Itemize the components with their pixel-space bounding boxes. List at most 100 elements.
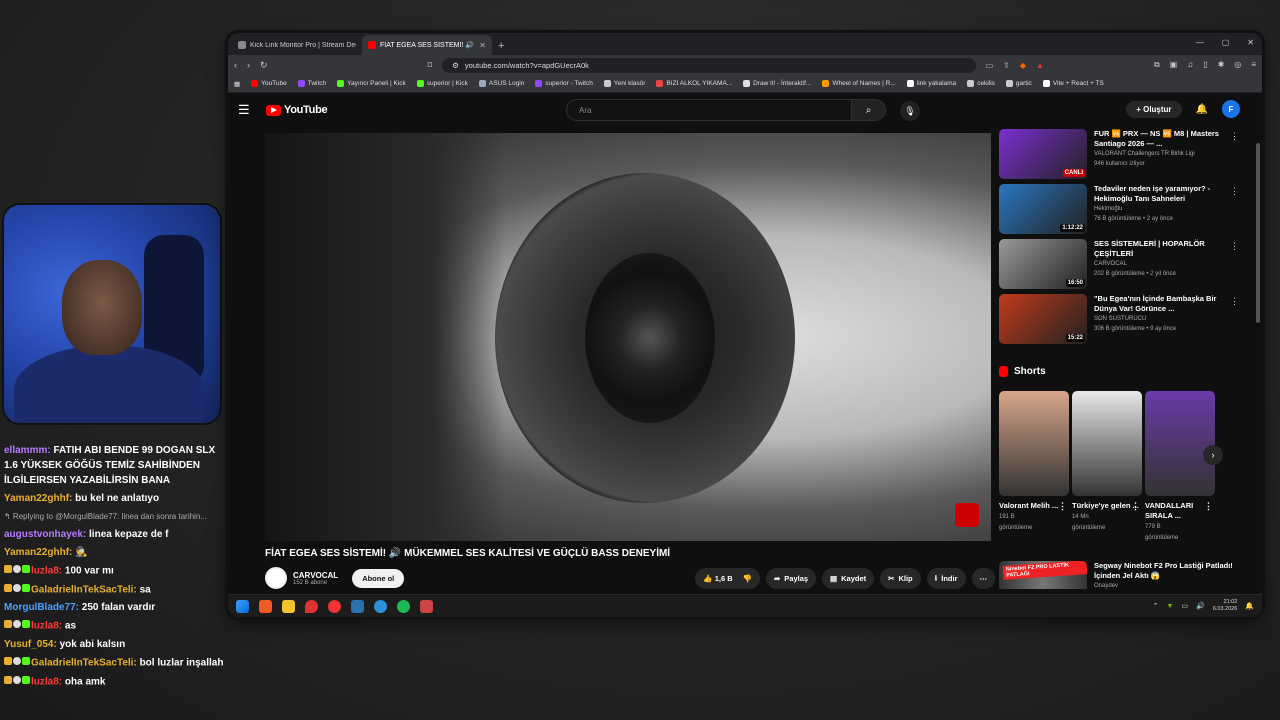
short-title[interactable]: Valorant Melih ... [999, 501, 1058, 510]
reload-icon[interactable]: ↻ [260, 60, 268, 71]
url-field[interactable]: ⚙ youtube.com/watch?v=apdGUecrA0k [442, 57, 976, 73]
video-player[interactable] [265, 133, 991, 541]
clip-button[interactable]: ✂ Klip [880, 567, 921, 589]
bookmark-icon[interactable]: ⌑ [428, 60, 433, 71]
tray-expand-icon[interactable]: ⌃ [1153, 602, 1159, 610]
short-item[interactable]: VANDALLARI SIRALA ... ⋮ 779 B görüntüleme [1145, 391, 1215, 543]
music-icon[interactable]: ♫ [1187, 60, 1193, 70]
volume-icon[interactable]: 🔊 [1196, 602, 1205, 610]
close-window-button[interactable]: ✕ [1247, 38, 1254, 47]
bookmark-item[interactable]: Wheel of Names | R... [822, 80, 896, 87]
extension-icon[interactable]: ⧉ [1154, 60, 1160, 70]
wallet-icon[interactable]: ▣ [1170, 60, 1178, 70]
edge-icon[interactable] [374, 599, 387, 613]
more-options-icon[interactable]: ⋮ [1230, 186, 1239, 197]
minimize-button[interactable]: — [1196, 38, 1204, 47]
bookmark-item[interactable]: YouTube [251, 80, 287, 87]
nvidia-icon[interactable]: ▼ [1167, 603, 1174, 610]
bookmark-item[interactable]: Vite + React + TS [1042, 80, 1104, 87]
bookmark-item[interactable]: ASUS Login [478, 80, 524, 87]
dislike-button[interactable]: 👎 [743, 574, 752, 583]
apps-grid-icon[interactable]: ▦ [234, 80, 240, 88]
back-icon[interactable]: ‹ [234, 60, 237, 70]
download-button[interactable]: ⭳ İndir [926, 567, 966, 589]
recommended-channel-name[interactable]: Hekimoğlu [1094, 205, 1234, 214]
file-explorer-icon[interactable] [282, 599, 295, 613]
maps-pin-icon[interactable] [305, 599, 318, 613]
bookmark-item[interactable]: link yakalama [906, 80, 956, 87]
video-thumbnail[interactable]: 1:12:22 [999, 184, 1087, 234]
user-avatar[interactable]: F [1222, 100, 1240, 118]
brave-browser-icon[interactable] [259, 599, 272, 613]
chat-username[interactable]: ellammm: [4, 445, 51, 456]
recommended-video[interactable]: CANLI FUR 🆚 PRX — NS 🆚 M8 | Masters Santi… [999, 129, 1249, 184]
recommended-channel-name[interactable]: CARVOCAL [1094, 260, 1234, 269]
site-info-icon[interactable]: ⚙ [452, 61, 459, 70]
menu-icon[interactable]: ≡ [1251, 60, 1256, 70]
chat-username[interactable]: GaladrielInTekSacTeli: [31, 658, 137, 669]
recommended-channel-name[interactable]: VALORANT Challengers TR Birlik Ligi [1094, 150, 1234, 159]
sidebar-icon[interactable]: ▯ [1203, 60, 1207, 70]
chat-username[interactable]: Yaman22ghhf: [4, 493, 72, 504]
bookmark-item[interactable]: BIZI ALKOL YIKAMA... [656, 80, 732, 87]
forward-icon[interactable]: › [247, 60, 250, 70]
recommended-video[interactable]: 1:12:22 Tedaviler neden işe yaramıyor? - … [999, 184, 1249, 239]
tab-youtube-video[interactable]: FİAT EGEA SES SİSTEMİ! 🔊 M ✕ [362, 35, 492, 55]
like-button[interactable]: 👍 1,6 B [703, 574, 732, 583]
more-options-icon[interactable]: ⋮ [1204, 501, 1213, 511]
chat-username[interactable]: MorgulBlade77: [4, 602, 79, 613]
chat-username[interactable]: luzla8: [31, 621, 62, 632]
video-thumbnail[interactable]: CANLI [999, 129, 1087, 179]
bookmark-item[interactable]: superior | Kick [416, 80, 468, 87]
sponsored-video[interactable]: Ninebot F2 PRO LASTİK PATLAĞI Segway Nin… [999, 561, 1234, 591]
youtube-logo[interactable]: YouTube [266, 104, 328, 116]
chat-username[interactable]: luzla8: [31, 676, 62, 687]
short-item[interactable]: Valorant Melih ... ⋮ 191 B görüntüleme [999, 391, 1069, 543]
shorts-next-button[interactable]: › [1203, 445, 1223, 465]
short-thumbnail[interactable] [1072, 391, 1142, 496]
brave-shield-icon[interactable]: ◆ [1020, 61, 1026, 70]
new-tab-button[interactable]: + [498, 40, 504, 52]
rewards-icon[interactable]: ▲ [1036, 61, 1044, 70]
share-icon[interactable]: ⇪ [1003, 61, 1010, 70]
channel-name[interactable]: CARVOCAL [293, 571, 338, 580]
puzzle-icon[interactable]: ✱ [1218, 60, 1225, 70]
close-tab-icon[interactable]: ✕ [479, 41, 486, 50]
more-options-icon[interactable]: ⋮ [1230, 241, 1239, 252]
bookmark-item[interactable]: Yayıncı Paneli | Kick [337, 80, 406, 87]
page-scrollbar[interactable] [1256, 143, 1260, 323]
chat-username[interactable]: augustvonhayek: [4, 529, 86, 540]
recommended-channel-name[interactable]: SON SUSTURUCU [1094, 315, 1234, 324]
app-calendar-icon[interactable] [420, 599, 433, 613]
chat-username[interactable]: luzla8: [31, 566, 62, 577]
app-red-icon[interactable] [328, 599, 341, 613]
short-title[interactable]: VANDALLARI SIRALA ... [1145, 501, 1193, 520]
recommended-video-title[interactable]: "Bu Egea'nın İçinde Bambaşka Bir Dünya V… [1094, 294, 1234, 314]
more-options-icon[interactable]: ⋮ [1131, 501, 1140, 511]
subscribe-button[interactable]: Abone ol [352, 568, 405, 588]
vpn-icon[interactable]: ◎ [1234, 60, 1241, 70]
channel-avatar[interactable] [265, 567, 287, 589]
search-button[interactable]: ⌕ [852, 99, 886, 121]
bookmark-item[interactable]: cekilis [967, 80, 995, 87]
steam-icon[interactable] [351, 599, 364, 613]
bookmark-item[interactable]: Draw it! - İnteraktif... [743, 80, 811, 87]
maximize-button[interactable]: ▢ [1222, 38, 1230, 47]
notification-icon[interactable]: 🔔 [1245, 602, 1254, 610]
chat-username[interactable]: GaladrielInTekSacTeli: [31, 584, 137, 595]
recommended-video[interactable]: 16:50 SES SİSTEMLERİ | HOPARLÖR ÇEŞİTLERİ… [999, 239, 1249, 294]
short-thumbnail[interactable] [999, 391, 1069, 496]
spotify-icon[interactable] [397, 599, 410, 613]
short-thumbnail[interactable] [1145, 391, 1215, 496]
create-button[interactable]: + Oluştur [1126, 100, 1182, 118]
voice-search-button[interactable]: 🎙 [900, 101, 920, 121]
notifications-bell-icon[interactable]: 🔔 [1196, 104, 1208, 115]
video-thumbnail[interactable]: 15:22 [999, 294, 1087, 344]
chat-username[interactable]: Yaman22ghhf: [4, 547, 72, 558]
clock[interactable]: 21:02 6.03.2026 [1213, 599, 1237, 613]
more-options-icon[interactable]: ⋮ [1230, 296, 1239, 307]
bookmark-item[interactable]: superior - Twitch [535, 80, 593, 87]
channel-watermark[interactable] [955, 503, 979, 527]
tab-kick-link-monitor[interactable]: Kick Link Monitor Pro | Stream Deck [232, 35, 362, 55]
share-button[interactable]: ➦ Paylaş [765, 567, 817, 589]
